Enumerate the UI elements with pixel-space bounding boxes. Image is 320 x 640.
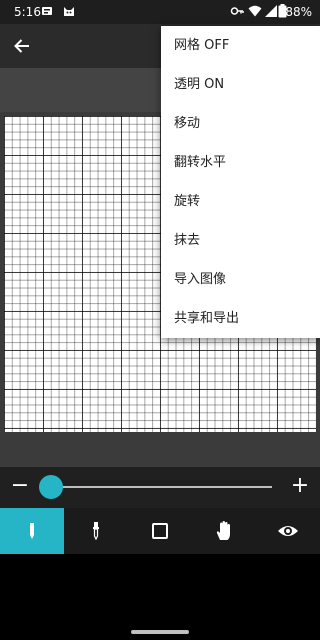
key-icon: [230, 4, 244, 18]
menu-item-import-image[interactable]: 导入图像: [161, 260, 320, 299]
status-time: 5:16: [14, 5, 41, 19]
increase-button[interactable]: +: [288, 475, 312, 499]
wifi-icon: [248, 4, 262, 18]
menu-item-rotate[interactable]: 旋转: [161, 182, 320, 221]
cat-icon: [62, 4, 76, 18]
menu-item-share-export[interactable]: 共享和导出: [161, 299, 320, 338]
pan-tool-button[interactable]: [192, 508, 256, 554]
back-button[interactable]: [8, 32, 36, 60]
arrow-left-icon: [14, 39, 29, 53]
decrease-button[interactable]: −: [8, 475, 32, 499]
battery-percentage: 88%: [285, 5, 312, 19]
notification-icon: [40, 4, 54, 18]
rectangle-tool-button[interactable]: [128, 508, 192, 554]
pencil-icon: [30, 523, 34, 539]
overflow-menu: 网格 OFF 透明 ON 移动 翻转水平 旋转 抹去 导入图像 共享和导出: [161, 26, 320, 338]
status-bar: 5:16 88%: [0, 0, 320, 24]
pencil-tool-button[interactable]: [0, 508, 64, 554]
signal-icon: [264, 4, 278, 18]
menu-item-flip-horizontal[interactable]: 翻转水平: [161, 143, 320, 182]
eye-icon: [278, 526, 298, 536]
hand-icon: [216, 521, 230, 540]
home-gesture-bar[interactable]: [131, 630, 189, 634]
tool-bar: [0, 508, 320, 554]
preview-tool-button[interactable]: [256, 508, 320, 554]
square-icon: [152, 523, 168, 539]
menu-item-move[interactable]: 移动: [161, 104, 320, 143]
menu-item-grid-toggle[interactable]: 网格 OFF: [161, 26, 320, 65]
menu-item-transparency-toggle[interactable]: 透明 ON: [161, 65, 320, 104]
brush-size-slider-thumb[interactable]: [38, 475, 63, 499]
navigation-area: [0, 554, 320, 640]
brush-size-slider-track[interactable]: [46, 486, 272, 488]
eyedropper-icon: [93, 522, 99, 541]
eyedropper-tool-button[interactable]: [64, 508, 128, 554]
menu-item-erase[interactable]: 抹去: [161, 221, 320, 260]
brush-size-row: − +: [0, 467, 320, 508]
